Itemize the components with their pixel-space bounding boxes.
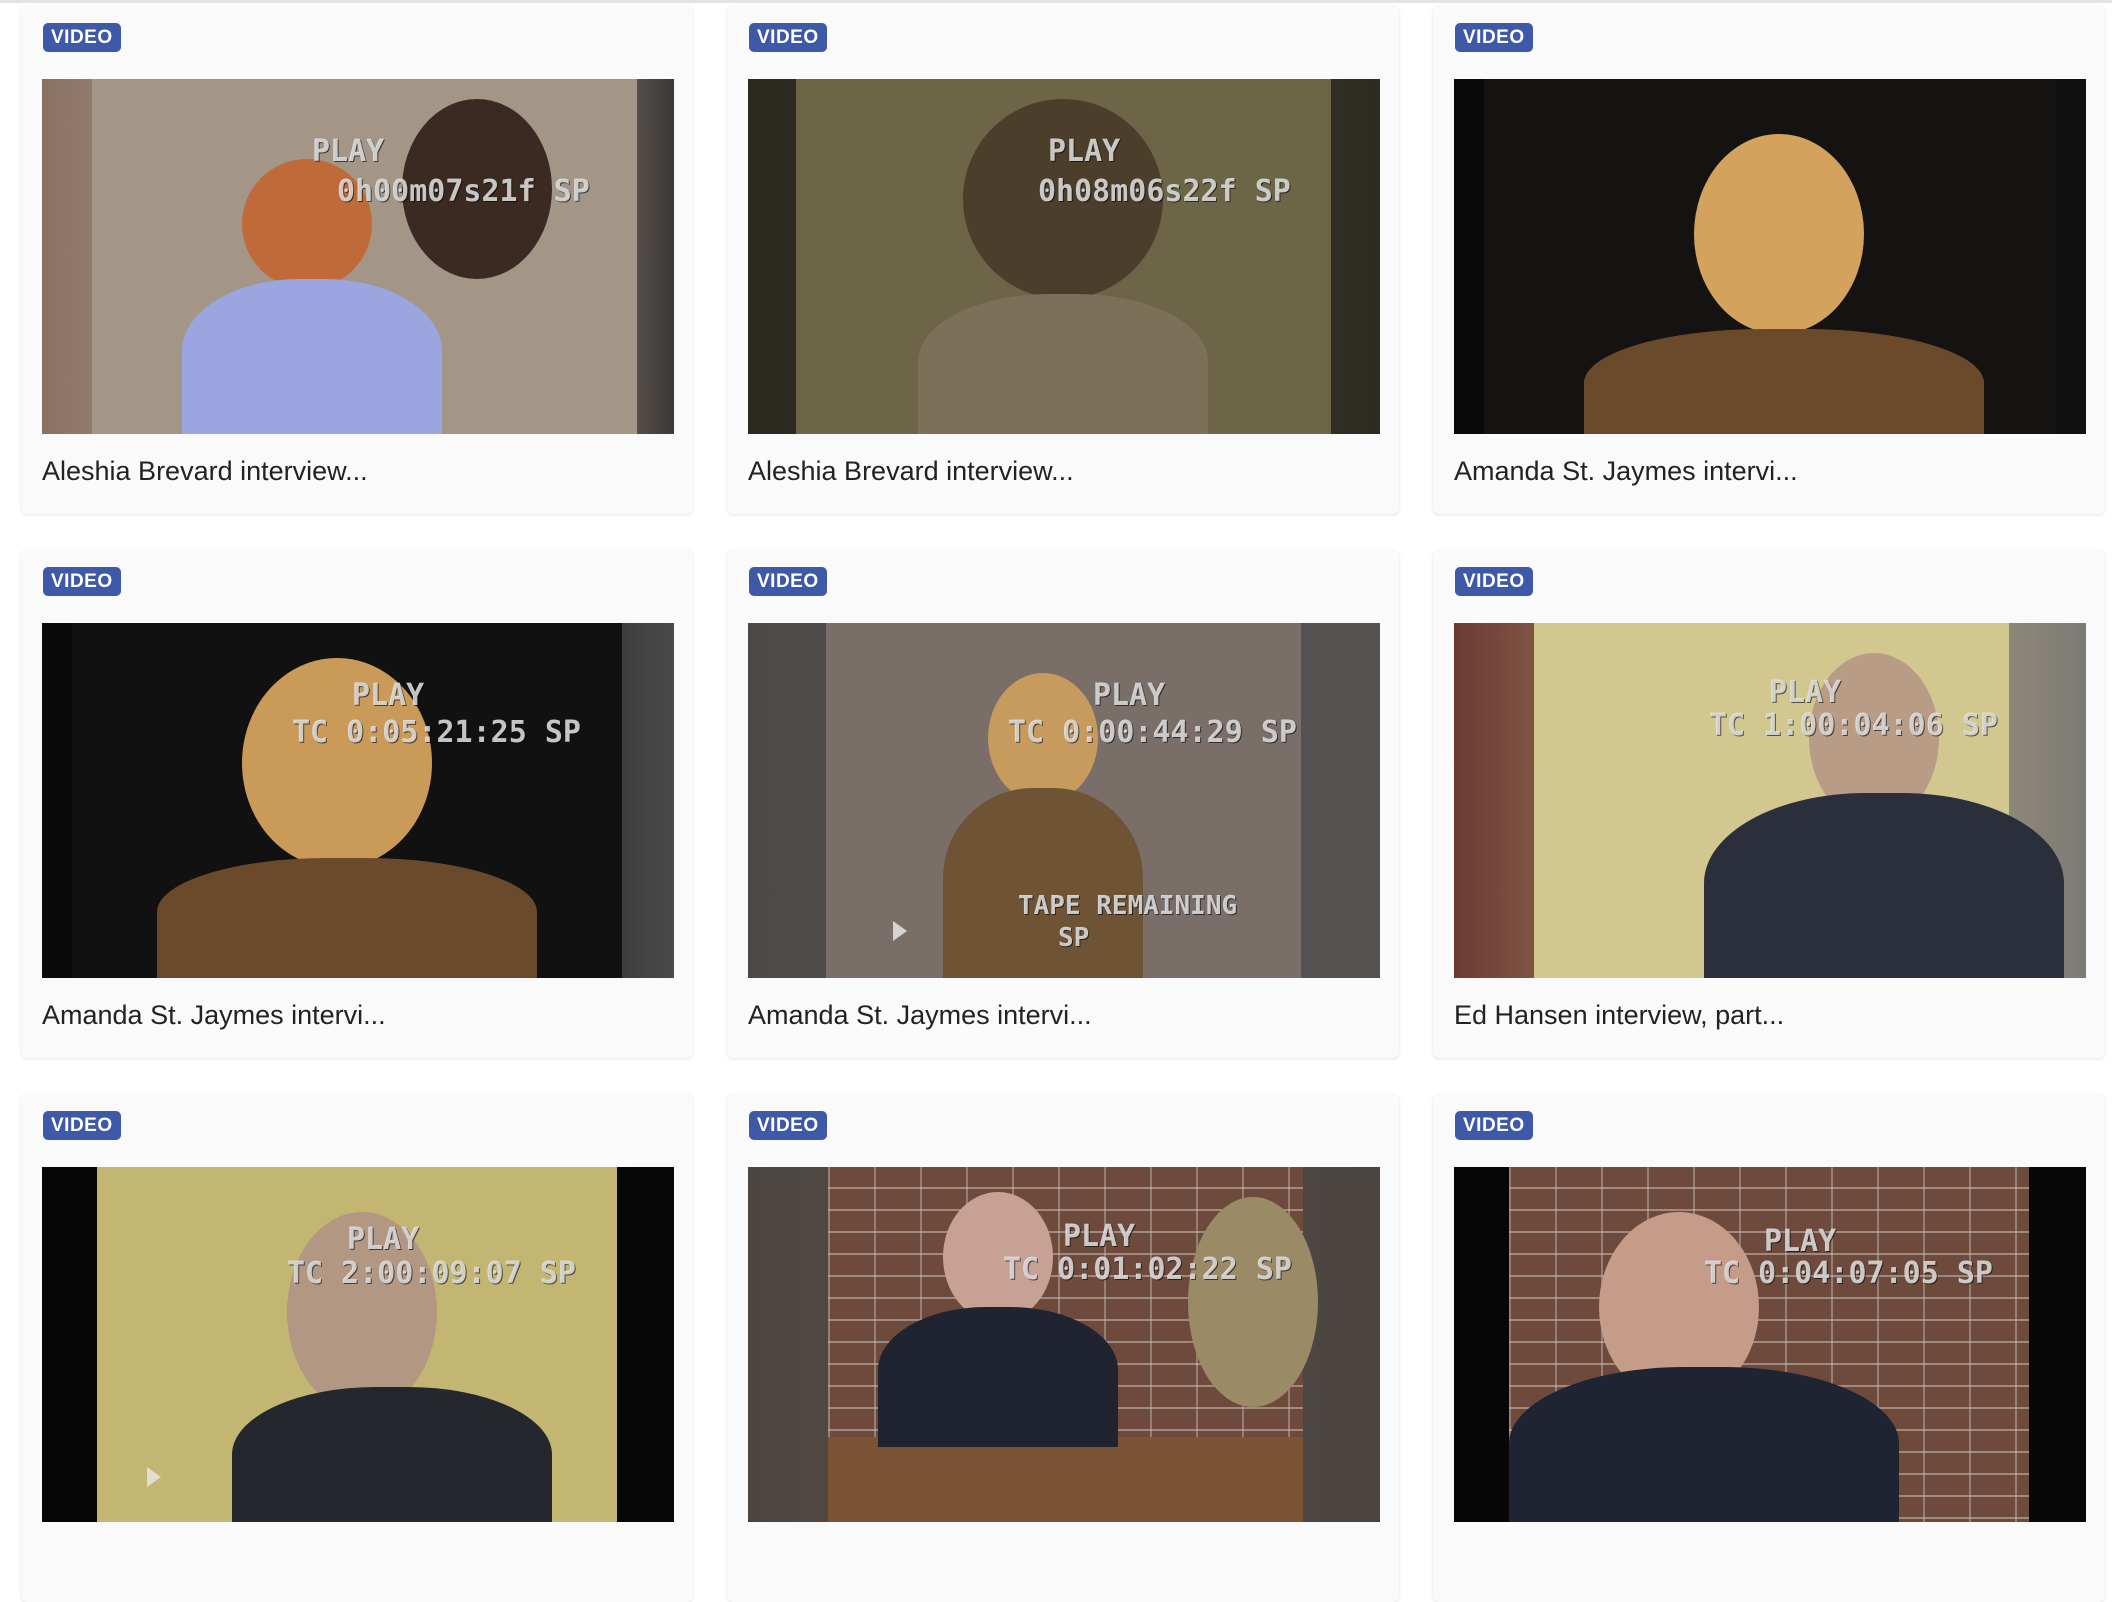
thumb-side-left <box>42 79 92 434</box>
thumb-side-right <box>1301 623 1380 978</box>
video-title[interactable]: Aleshia Brevard interview... <box>42 454 368 488</box>
video-badge: VIDEO <box>749 567 827 596</box>
osd-timecode: TC 0:01:02:22 SP <box>1003 1252 1292 1287</box>
video-badge: VIDEO <box>1455 23 1533 52</box>
person-figure-body <box>157 858 537 978</box>
video-badge: VIDEO <box>749 1111 827 1140</box>
person-figure-body <box>182 279 442 434</box>
thumb-side-right <box>1303 1167 1380 1522</box>
person-figure-body <box>943 788 1143 978</box>
thumb-side-left <box>1454 623 1534 978</box>
osd-timecode: 0h08m06s22f SP <box>1038 174 1291 209</box>
osd-play-label: PLAY <box>1048 134 1121 169</box>
video-badge: VIDEO <box>749 23 827 52</box>
osd-tape-speed: SP <box>1058 923 1090 953</box>
video-thumbnail[interactable] <box>1454 79 2086 434</box>
video-badge: VIDEO <box>1455 567 1533 596</box>
thumb-side-left <box>1454 79 1484 434</box>
person-figure-body <box>878 1307 1118 1447</box>
video-title[interactable]: Amanda St. Jaymes intervi... <box>748 998 1092 1032</box>
thumb-side-right <box>637 79 674 434</box>
osd-play-label: PLAY <box>1063 1219 1136 1254</box>
person-figure-body <box>1584 329 1984 434</box>
osd-play-label: PLAY <box>1764 1224 1837 1259</box>
osd-timecode: 0h00m07s21f SP <box>337 174 590 209</box>
video-thumbnail[interactable]: PLAY 0h08m06s22f SP <box>748 79 1380 434</box>
thumb-side-left <box>42 623 72 978</box>
thumb-side-left <box>42 1167 97 1522</box>
video-card[interactable]: VIDEO PLAY 0h00m07s21f SP Aleshia Brevar… <box>21 6 693 514</box>
video-thumbnail[interactable]: PLAY TC 2:00:09:07 SP <box>42 1167 674 1522</box>
video-card[interactable]: VIDEO PLAY TC 1:00:04:06 SP Ed Hansen in… <box>1433 550 2105 1058</box>
table-surface <box>828 1437 1303 1522</box>
video-title[interactable]: Amanda St. Jaymes intervi... <box>1454 454 1798 488</box>
osd-play-label: PLAY <box>1769 675 1842 710</box>
thumb-side-left <box>748 79 796 434</box>
video-card[interactable]: VIDEO PLAY 0h08m06s22f SP Aleshia Brevar… <box>727 6 1399 514</box>
osd-timecode: TC 0:05:21:25 SP <box>292 715 581 750</box>
video-badge: VIDEO <box>43 567 121 596</box>
video-thumbnail[interactable]: PLAY TC 0:04:07:05 SP <box>1454 1167 2086 1522</box>
thumb-side-right <box>1331 79 1380 434</box>
thumb-side-left <box>748 623 826 978</box>
video-card[interactable]: VIDEO PLAY TC 0:05:21:25 SP Amanda St. J… <box>21 550 693 1058</box>
play-indicator-icon <box>893 921 907 941</box>
video-title[interactable]: Aleshia Brevard interview... <box>748 454 1074 488</box>
osd-timecode: TC 0:00:44:29 SP <box>1008 715 1297 750</box>
video-badge: VIDEO <box>43 23 121 52</box>
video-badge: VIDEO <box>1455 1111 1533 1140</box>
osd-timecode: TC 1:00:04:06 SP <box>1709 708 1998 743</box>
osd-play-label: PLAY <box>312 134 385 169</box>
osd-play-label: PLAY <box>352 678 425 713</box>
thumb-side-right <box>2029 1167 2086 1522</box>
osd-play-label: PLAY <box>347 1222 420 1257</box>
thumb-side-right <box>622 623 674 978</box>
video-card[interactable]: VIDEO Amanda St. Jaymes intervi... <box>1433 6 2105 514</box>
video-thumbnail[interactable]: PLAY TC 0:00:44:29 SP TAPE REMAINING SP <box>748 623 1380 978</box>
video-title[interactable]: Ed Hansen interview, part... <box>1454 998 1784 1032</box>
video-card[interactable]: VIDEO PLAY TC 0:01:02:22 SP <box>727 1094 1399 1602</box>
video-title[interactable]: Amanda St. Jaymes intervi... <box>42 998 386 1032</box>
person-figure-body <box>232 1387 552 1522</box>
thumb-side-left <box>748 1167 828 1522</box>
person-figure-head <box>1694 134 1864 334</box>
video-thumbnail[interactable]: PLAY TC 0:01:02:22 SP <box>748 1167 1380 1522</box>
osd-timecode: TC 0:04:07:05 SP <box>1704 1256 1993 1291</box>
video-card[interactable]: VIDEO PLAY TC 2:00:09:07 SP <box>21 1094 693 1602</box>
osd-timecode: TC 2:00:09:07 SP <box>287 1256 576 1291</box>
top-divider <box>0 0 2112 3</box>
video-card[interactable]: VIDEO PLAY TC 0:00:44:29 SP TAPE REMAINI… <box>727 550 1399 1058</box>
video-thumbnail[interactable]: PLAY TC 0:05:21:25 SP <box>42 623 674 978</box>
osd-play-label: PLAY <box>1093 678 1166 713</box>
video-card[interactable]: VIDEO PLAY TC 0:04:07:05 SP <box>1433 1094 2105 1602</box>
play-indicator-icon <box>147 1467 161 1487</box>
video-grid: VIDEO PLAY 0h00m07s21f SP Aleshia Brevar… <box>21 6 2105 1602</box>
video-thumbnail[interactable]: PLAY 0h00m07s21f SP <box>42 79 674 434</box>
thumb-side-right <box>617 1167 674 1522</box>
video-badge: VIDEO <box>43 1111 121 1140</box>
thumb-side-right <box>2056 79 2086 434</box>
osd-tape-remaining: TAPE REMAINING <box>1018 891 1238 921</box>
interviewer-figure <box>1188 1197 1318 1407</box>
person-figure-body <box>918 294 1208 434</box>
person-figure-body <box>1509 1367 1899 1522</box>
person-figure-body <box>1704 793 2064 978</box>
thumb-side-left <box>1454 1167 1509 1522</box>
video-thumbnail[interactable]: PLAY TC 1:00:04:06 SP <box>1454 623 2086 978</box>
